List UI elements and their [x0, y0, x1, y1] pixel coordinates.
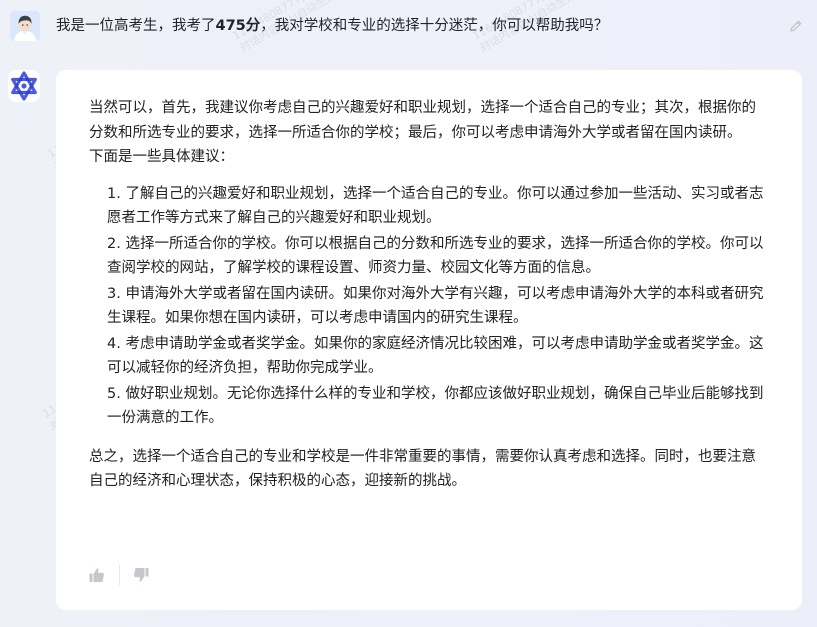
answer-summary: 总之，选择一个适合自己的专业和学校是一件非常重要的事情，需要你认真考虑和选择。同…: [89, 448, 756, 490]
feedback-divider: [119, 565, 120, 585]
answer-sub-heading: 下面是一些具体建议：: [89, 149, 234, 165]
list-item: 4. 考虑申请助学金或者奖学金。如果你的家庭经济情况比较困难，可以考虑申请助学金…: [107, 335, 764, 377]
feedback-bar: [88, 564, 150, 586]
user-question: 我是一位高考生，我考了475分，我对学校和专业的选择十分迷茫，你可以帮助我吗？: [56, 15, 608, 37]
user-avatar-icon: [10, 11, 40, 41]
pencil-icon[interactable]: [789, 18, 803, 32]
bot-logo-icon: [8, 70, 40, 102]
thumbs-down-icon[interactable]: [132, 566, 150, 584]
answer-card: 当然可以，首先，我建议你考虑自己的兴趣爱好和职业规划，选择一个适合自己的专业；其…: [56, 70, 802, 610]
suggestion-list: 1. 了解自己的兴趣爱好和职业规划，选择一个适合自己的专业。你可以通过参加一些活…: [89, 182, 766, 431]
question-suffix: ，我对学校和专业的选择十分迷茫，你可以帮助我吗？: [260, 18, 609, 34]
question-prefix: 我是一位高考生，我考了: [56, 18, 216, 34]
thumbs-up-icon[interactable]: [88, 566, 106, 584]
list-item: 2. 选择一所适合你的学校。你可以根据自己的分数和所选专业的要求，选择一所适合你…: [107, 235, 764, 277]
list-item: 1. 了解自己的兴趣爱好和职业规划，选择一个适合自己的专业。你可以通过参加一些活…: [107, 185, 764, 227]
answer-intro: 当然可以，首先，我建议你考虑自己的兴趣爱好和职业规划，选择一个适合自己的专业；其…: [89, 100, 756, 141]
list-item: 3. 申请海外大学或者留在国内读研。如果你对海外大学有兴趣，可以考虑申请海外大学…: [107, 285, 764, 327]
user-message: 我是一位高考生，我考了475分，我对学校和专业的选择十分迷茫，你可以帮助我吗？: [0, 0, 817, 58]
list-item: 5. 做好职业规划。无论你选择什么样的专业和学校，你都应该做好职业规划，确保自己…: [107, 385, 764, 427]
question-score: 475分: [215, 18, 261, 34]
